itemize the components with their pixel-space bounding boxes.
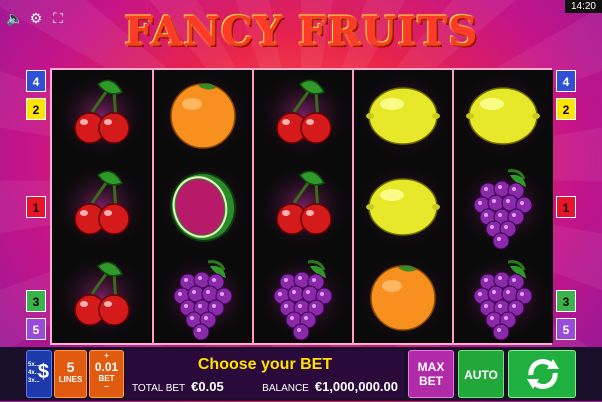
spin-icon <box>527 359 559 389</box>
bet-button[interactable]: + 0.01 BET − <box>89 350 124 398</box>
lemon-symbol <box>354 70 453 161</box>
lines-value: 5 <box>66 359 75 375</box>
reel-3 <box>252 70 353 343</box>
stake-info-button[interactable]: 5x... 4x... 3x... $ <box>26 350 52 398</box>
balance-value: €1,000,000.00 <box>314 379 398 394</box>
total-bet-value: €0.05 <box>191 379 224 394</box>
orange-symbol <box>354 252 453 343</box>
left-payline-marker-1: 1 <box>26 196 46 218</box>
cherries-symbol <box>254 70 353 161</box>
reel-5 <box>452 70 553 343</box>
right-payline-marker-2: 2 <box>556 98 576 120</box>
left-payline-marker-4: 4 <box>26 70 46 92</box>
auto-label: AUTO <box>464 368 498 382</box>
max-bet-line1: MAX <box>417 360 445 374</box>
message-text: Choose your BET <box>197 356 333 373</box>
reel-2 <box>152 70 253 343</box>
right-payline-marker-5: 5 <box>556 318 576 340</box>
cherries-symbol <box>254 161 353 252</box>
balance: BALANCE €1,000,000.00 <box>262 379 398 394</box>
cherries-symbol <box>52 252 151 343</box>
grapes-symbol <box>454 161 553 252</box>
reel-1 <box>52 70 151 343</box>
grapes-symbol <box>154 252 253 343</box>
game-title: FANCY FRUITS <box>124 8 478 55</box>
reel-area <box>50 68 553 345</box>
max-bet-line2: BET <box>419 374 443 388</box>
right-payline-marker-4: 4 <box>556 70 576 92</box>
right-payline-marker-3: 3 <box>556 290 576 312</box>
balance-label: BALANCE <box>262 383 309 394</box>
info-panel: Choose your BET TOTAL BET €0.05 BALANCE €1… <box>126 350 404 398</box>
control-bar: 5x... 4x... 3x... $ 5 LINES + 0.01 BET −… <box>0 347 602 401</box>
lines-button[interactable]: 5 LINES <box>54 350 87 398</box>
grapes-symbol <box>254 252 353 343</box>
spin-button[interactable] <box>508 350 576 398</box>
cherries-symbol <box>52 161 151 252</box>
right-payline-marker-1: 1 <box>556 196 576 218</box>
watermelon-symbol <box>154 161 253 252</box>
cherries-symbol <box>52 70 151 161</box>
bet-value: 0.01 <box>94 360 119 374</box>
left-payline-marker-5: 5 <box>26 318 46 340</box>
left-payline-marker-2: 2 <box>26 98 46 120</box>
lemon-symbol <box>454 70 553 161</box>
left-payline-marker-3: 3 <box>26 290 46 312</box>
bet-plus-icon[interactable]: + <box>90 352 123 360</box>
total-bet-label: TOTAL BET <box>132 383 186 394</box>
lemon-symbol <box>354 161 453 252</box>
dollar-icon: $ <box>37 361 49 383</box>
orange-symbol <box>154 70 253 161</box>
auto-button[interactable]: AUTO <box>458 350 504 398</box>
grapes-symbol <box>454 252 553 343</box>
bet-minus-icon[interactable]: − <box>90 383 123 391</box>
reel-4 <box>352 70 453 343</box>
total-bet: TOTAL BET €0.05 <box>132 379 224 394</box>
lines-label: LINES <box>58 375 83 384</box>
max-bet-button[interactable]: MAX BET <box>408 350 454 398</box>
